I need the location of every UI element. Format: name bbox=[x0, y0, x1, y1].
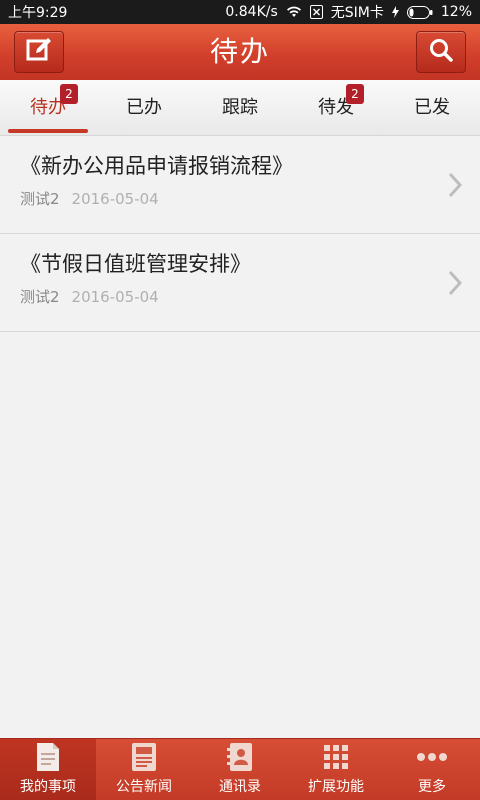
item-date: 2016-05-04 bbox=[71, 288, 159, 306]
nav-announcements[interactable]: 公告新闻 bbox=[96, 739, 192, 800]
item-author: 测试2 bbox=[20, 288, 60, 306]
sim-status: 无SIM卡 bbox=[330, 5, 384, 21]
status-right: 0.84K/s 无SIM卡 12% bbox=[225, 2, 472, 22]
item-title: 《新办公用品申请报销流程》 bbox=[20, 154, 293, 178]
search-icon bbox=[428, 37, 454, 67]
tab-tracking[interactable]: 跟踪 bbox=[192, 80, 288, 135]
network-speed: 0.84K/s bbox=[225, 4, 278, 20]
item-author: 测试2 bbox=[20, 190, 60, 208]
nav-extensions[interactable]: 扩展功能 bbox=[288, 739, 384, 800]
task-list: 《新办公用品申请报销流程》 测试2 2016-05-04 《节假日值班管理安排》 … bbox=[0, 136, 480, 332]
grid-icon bbox=[323, 740, 349, 774]
tab-label: 已发 bbox=[414, 97, 450, 118]
nav-label: 更多 bbox=[418, 779, 446, 795]
item-date: 2016-05-04 bbox=[71, 190, 159, 208]
compose-icon bbox=[25, 36, 53, 68]
item-meta: 测试2 2016-05-04 bbox=[20, 188, 420, 209]
tab-label: 已办 bbox=[126, 97, 162, 118]
tab-badge: 2 bbox=[60, 84, 78, 104]
document-icon bbox=[35, 740, 61, 774]
tab-bar: 待办 2 已办 跟踪 待发 2 已发 bbox=[0, 80, 480, 136]
nav-more[interactable]: 更多 bbox=[384, 739, 480, 800]
status-bar: 上午9:29 0.84K/s 无SIM卡 12% bbox=[0, 0, 480, 24]
nav-my-items[interactable]: 我的事项 bbox=[0, 739, 96, 800]
no-sim-icon bbox=[309, 5, 323, 19]
tab-todo[interactable]: 待办 2 bbox=[0, 80, 96, 135]
tab-sent[interactable]: 已发 bbox=[384, 80, 480, 135]
newspaper-icon bbox=[131, 740, 157, 774]
nav-label: 我的事项 bbox=[20, 779, 76, 795]
tab-badge: 2 bbox=[346, 84, 364, 104]
item-title: 《节假日值班管理安排》 bbox=[20, 252, 251, 276]
compose-button[interactable] bbox=[14, 31, 64, 73]
more-icon bbox=[416, 740, 448, 774]
page-title: 待办 bbox=[209, 35, 270, 68]
tab-label: 跟踪 bbox=[222, 97, 258, 118]
nav-contacts[interactable]: 通讯录 bbox=[192, 739, 288, 800]
nav-label: 通讯录 bbox=[219, 779, 261, 795]
tab-pending-send[interactable]: 待发 2 bbox=[288, 80, 384, 135]
tab-done[interactable]: 已办 bbox=[96, 80, 192, 135]
title-bar: 待办 bbox=[0, 24, 480, 80]
battery-level: 12% bbox=[440, 4, 472, 20]
charging-icon bbox=[391, 6, 399, 18]
item-meta: 测试2 2016-05-04 bbox=[20, 286, 420, 307]
app-root: 上午9:29 0.84K/s 无SIM卡 12% 待办 待办 2 已办 跟踪 待… bbox=[0, 0, 480, 800]
chevron-right-icon bbox=[448, 270, 463, 300]
search-button[interactable] bbox=[416, 31, 466, 73]
list-item[interactable]: 《新办公用品申请报销流程》 测试2 2016-05-04 bbox=[0, 136, 480, 234]
bottom-nav: 我的事项 公告新闻 通讯录 扩展功能 更多 bbox=[0, 738, 480, 800]
list-item[interactable]: 《节假日值班管理安排》 测试2 2016-05-04 bbox=[0, 234, 480, 332]
status-time: 上午9:29 bbox=[8, 5, 68, 21]
wifi-icon bbox=[286, 6, 302, 18]
nav-label: 公告新闻 bbox=[116, 779, 172, 795]
chevron-right-icon bbox=[448, 172, 463, 202]
battery-icon bbox=[406, 5, 433, 19]
nav-label: 扩展功能 bbox=[308, 779, 364, 795]
contacts-icon bbox=[226, 740, 254, 774]
